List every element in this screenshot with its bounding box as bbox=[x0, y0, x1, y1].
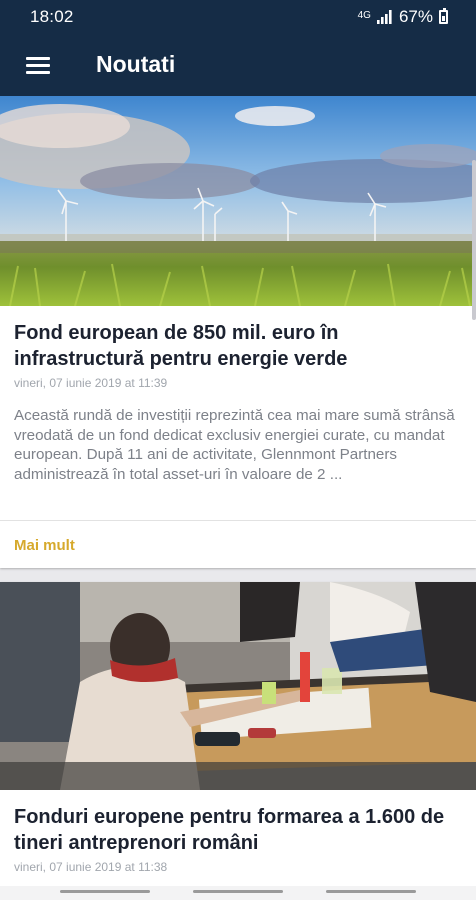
nav-home-handle[interactable] bbox=[193, 890, 283, 893]
news-feed[interactable]: Fond european de 850 mil. euro în infras… bbox=[0, 96, 476, 886]
read-more-button[interactable]: Mai mult bbox=[14, 537, 75, 554]
system-nav-bar bbox=[0, 886, 476, 900]
scrollbar[interactable] bbox=[472, 160, 476, 320]
article-title[interactable]: Fonduri europene pentru formarea a 1.600… bbox=[14, 804, 454, 856]
page-title: Noutati bbox=[96, 51, 176, 77]
menu-icon[interactable] bbox=[24, 53, 52, 77]
status-time: 18:02 bbox=[30, 7, 74, 26]
article-date: vineri, 07 iunie 2019 at 11:38 bbox=[14, 860, 168, 874]
article-title[interactable]: Fond european de 850 mil. euro în infras… bbox=[14, 320, 454, 372]
article-image[interactable] bbox=[0, 582, 476, 790]
battery-icon bbox=[439, 8, 448, 24]
article-card[interactable]: Fond european de 850 mil. euro în infras… bbox=[0, 96, 476, 568]
article-card[interactable]: Fonduri europene pentru formarea a 1.600… bbox=[0, 582, 476, 886]
signal-icon bbox=[376, 10, 392, 24]
wind-turbines-image bbox=[0, 96, 476, 306]
status-bar: 18:02 4G 67% bbox=[0, 0, 476, 34]
nav-back-handle[interactable] bbox=[326, 890, 416, 893]
status-indicators: 4G 67% bbox=[358, 7, 448, 27]
team-meeting-image bbox=[0, 582, 476, 790]
nav-recents-handle[interactable] bbox=[60, 890, 150, 893]
app-bar: Noutati bbox=[0, 34, 476, 96]
article-image[interactable] bbox=[0, 96, 476, 306]
battery-percent: 67% bbox=[398, 7, 433, 26]
article-excerpt: Această rundă de investiții reprezintă c… bbox=[14, 407, 455, 483]
network-type: 4G bbox=[357, 10, 371, 21]
card-divider bbox=[0, 520, 476, 521]
article-date: vineri, 07 iunie 2019 at 11:39 bbox=[14, 376, 168, 390]
